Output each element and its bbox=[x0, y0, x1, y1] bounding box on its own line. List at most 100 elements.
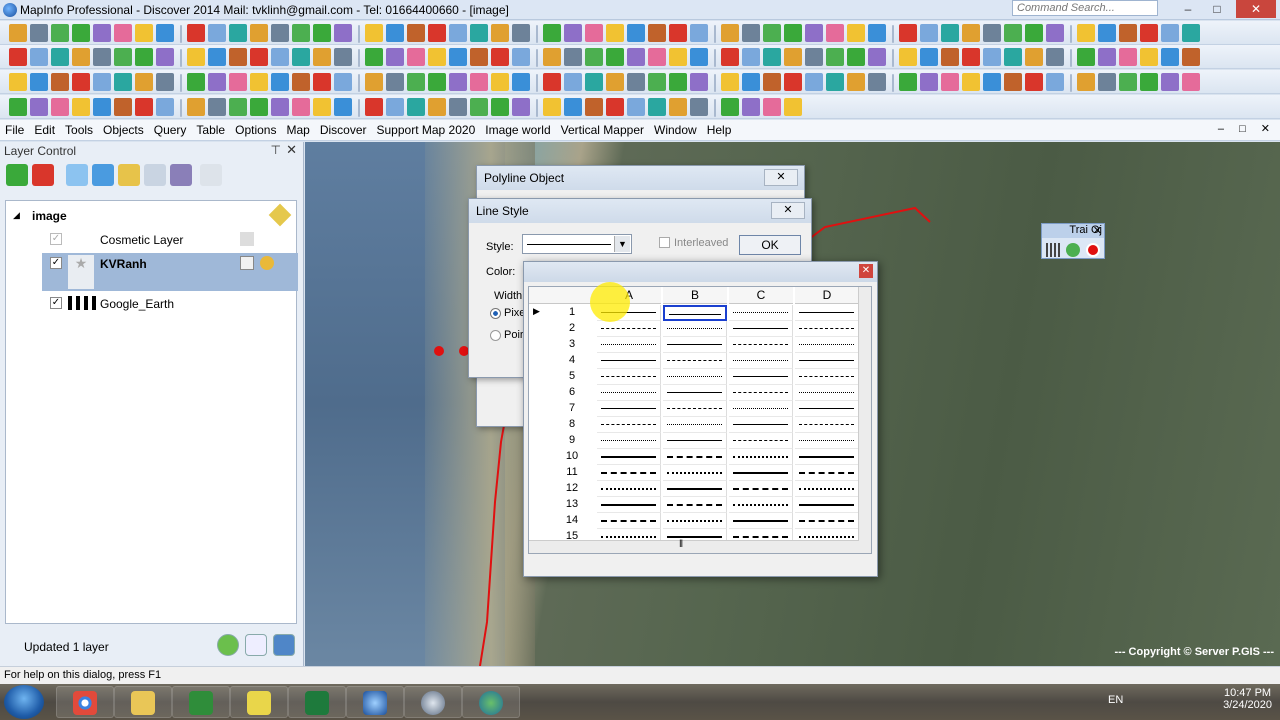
window-icon[interactable] bbox=[407, 73, 425, 91]
pin-icon[interactable]: ⊤ bbox=[271, 143, 281, 157]
pattern-cell[interactable] bbox=[663, 321, 727, 337]
help-icon[interactable] bbox=[868, 24, 886, 42]
boundary-icon[interactable] bbox=[1025, 24, 1043, 42]
buffer-icon[interactable] bbox=[72, 73, 90, 91]
pattern-cell[interactable] bbox=[663, 305, 727, 321]
menu-options[interactable]: Options bbox=[230, 120, 281, 140]
buffer-icon[interactable] bbox=[721, 98, 739, 116]
snap-icon[interactable] bbox=[868, 73, 886, 91]
menu-help[interactable]: Help bbox=[702, 120, 737, 140]
pattern-cell[interactable] bbox=[663, 497, 727, 513]
line-icon[interactable] bbox=[229, 24, 247, 42]
pattern-cell[interactable] bbox=[729, 321, 793, 337]
label-icon[interactable] bbox=[868, 48, 886, 66]
layer-style-icon[interactable] bbox=[170, 164, 192, 186]
combine-icon[interactable] bbox=[250, 48, 268, 66]
open-icon[interactable] bbox=[51, 98, 69, 116]
boundary-icon[interactable] bbox=[365, 98, 383, 116]
save-icon[interactable] bbox=[690, 24, 708, 42]
snap-icon[interactable] bbox=[1077, 48, 1095, 66]
marquee-icon[interactable] bbox=[334, 98, 352, 116]
pattern-cell[interactable] bbox=[663, 401, 727, 417]
copy-icon[interactable] bbox=[135, 98, 153, 116]
ellipse-icon[interactable] bbox=[1161, 24, 1179, 42]
pattern-cell[interactable] bbox=[795, 449, 859, 465]
undo-icon[interactable] bbox=[313, 73, 331, 91]
pattern-cell[interactable] bbox=[795, 353, 859, 369]
combine-icon[interactable] bbox=[690, 98, 708, 116]
select-icon[interactable] bbox=[742, 48, 760, 66]
combine-icon[interactable] bbox=[470, 24, 488, 42]
buffer-icon[interactable] bbox=[1161, 48, 1179, 66]
paste-icon[interactable] bbox=[805, 24, 823, 42]
polygon-icon[interactable] bbox=[51, 48, 69, 66]
radius-icon[interactable] bbox=[135, 24, 153, 42]
cut-icon[interactable] bbox=[543, 48, 561, 66]
menu-vertical-mapper[interactable]: Vertical Mapper bbox=[556, 120, 649, 140]
text-icon[interactable] bbox=[334, 24, 352, 42]
polyline-icon[interactable] bbox=[1119, 24, 1137, 42]
layer-control-close-button[interactable]: ✕ bbox=[286, 142, 297, 158]
menu-tools[interactable]: Tools bbox=[60, 120, 98, 140]
print-icon[interactable] bbox=[449, 48, 467, 66]
taskbar-google-earth[interactable] bbox=[404, 686, 462, 718]
pattern-cell[interactable] bbox=[663, 449, 727, 465]
pattern-cell[interactable] bbox=[597, 449, 661, 465]
scale-icon[interactable] bbox=[627, 24, 645, 42]
grid-icon[interactable] bbox=[1077, 73, 1095, 91]
symbol-icon[interactable] bbox=[1004, 48, 1022, 66]
line-icon[interactable] bbox=[9, 48, 27, 66]
zoom-out-icon[interactable] bbox=[250, 98, 268, 116]
taskbar-help[interactable] bbox=[230, 686, 288, 718]
combine-icon[interactable] bbox=[30, 73, 48, 91]
print-icon[interactable] bbox=[1098, 73, 1116, 91]
info-icon[interactable] bbox=[721, 48, 739, 66]
pattern-cell[interactable] bbox=[795, 321, 859, 337]
browser-icon[interactable] bbox=[114, 73, 132, 91]
save-icon[interactable] bbox=[1119, 73, 1137, 91]
interleaved-checkbox[interactable] bbox=[659, 237, 670, 248]
ruler-icon[interactable] bbox=[826, 48, 844, 66]
polyline-icon[interactable] bbox=[250, 24, 268, 42]
graph-icon[interactable] bbox=[564, 24, 582, 42]
ellipse-icon[interactable] bbox=[512, 98, 530, 116]
polygon-icon[interactable] bbox=[1140, 24, 1158, 42]
rectangle-icon[interactable] bbox=[742, 73, 760, 91]
reshape-icon[interactable] bbox=[826, 73, 844, 91]
window-icon[interactable] bbox=[847, 24, 865, 42]
language-indicator[interactable]: EN bbox=[1108, 694, 1123, 706]
move-up-icon[interactable] bbox=[66, 164, 88, 186]
column-header-b[interactable]: B bbox=[663, 287, 727, 304]
pattern-cell[interactable] bbox=[729, 369, 793, 385]
add-node-icon[interactable] bbox=[187, 48, 205, 66]
open-icon[interactable] bbox=[1140, 73, 1158, 91]
polyline-icon[interactable] bbox=[690, 73, 708, 91]
zoom-in-icon[interactable] bbox=[449, 73, 467, 91]
radius-icon[interactable] bbox=[784, 48, 802, 66]
style-icon[interactable] bbox=[585, 98, 603, 116]
pattern-cell[interactable] bbox=[795, 305, 859, 321]
scale-icon[interactable] bbox=[407, 48, 425, 66]
line-style-dropdown[interactable]: ▼ bbox=[522, 234, 632, 254]
combine-icon[interactable] bbox=[1119, 48, 1137, 66]
polygon-icon[interactable] bbox=[920, 48, 938, 66]
snap-icon[interactable] bbox=[208, 48, 226, 66]
grabber-icon[interactable] bbox=[491, 73, 509, 91]
select-icon[interactable] bbox=[962, 24, 980, 42]
grabber-icon[interactable] bbox=[920, 24, 938, 42]
polyline-dialog-close-button[interactable]: ✕ bbox=[764, 169, 798, 186]
menu-discover[interactable]: Discover bbox=[315, 120, 372, 140]
info-icon[interactable] bbox=[72, 24, 90, 42]
column-header-d[interactable]: D bbox=[795, 287, 859, 304]
paste-icon[interactable] bbox=[365, 73, 383, 91]
picker-close-button[interactable]: ✕ bbox=[859, 264, 873, 278]
close-button[interactable]: ✕ bbox=[1236, 0, 1276, 18]
snap-icon[interactable] bbox=[648, 98, 666, 116]
pattern-cell[interactable] bbox=[597, 353, 661, 369]
undo-icon[interactable] bbox=[742, 24, 760, 42]
cut-icon[interactable] bbox=[114, 98, 132, 116]
layer-icon[interactable] bbox=[187, 24, 205, 42]
command-search-input[interactable]: Command Search... bbox=[1012, 0, 1158, 16]
ruler-icon[interactable] bbox=[606, 73, 624, 91]
split-icon[interactable] bbox=[669, 98, 687, 116]
